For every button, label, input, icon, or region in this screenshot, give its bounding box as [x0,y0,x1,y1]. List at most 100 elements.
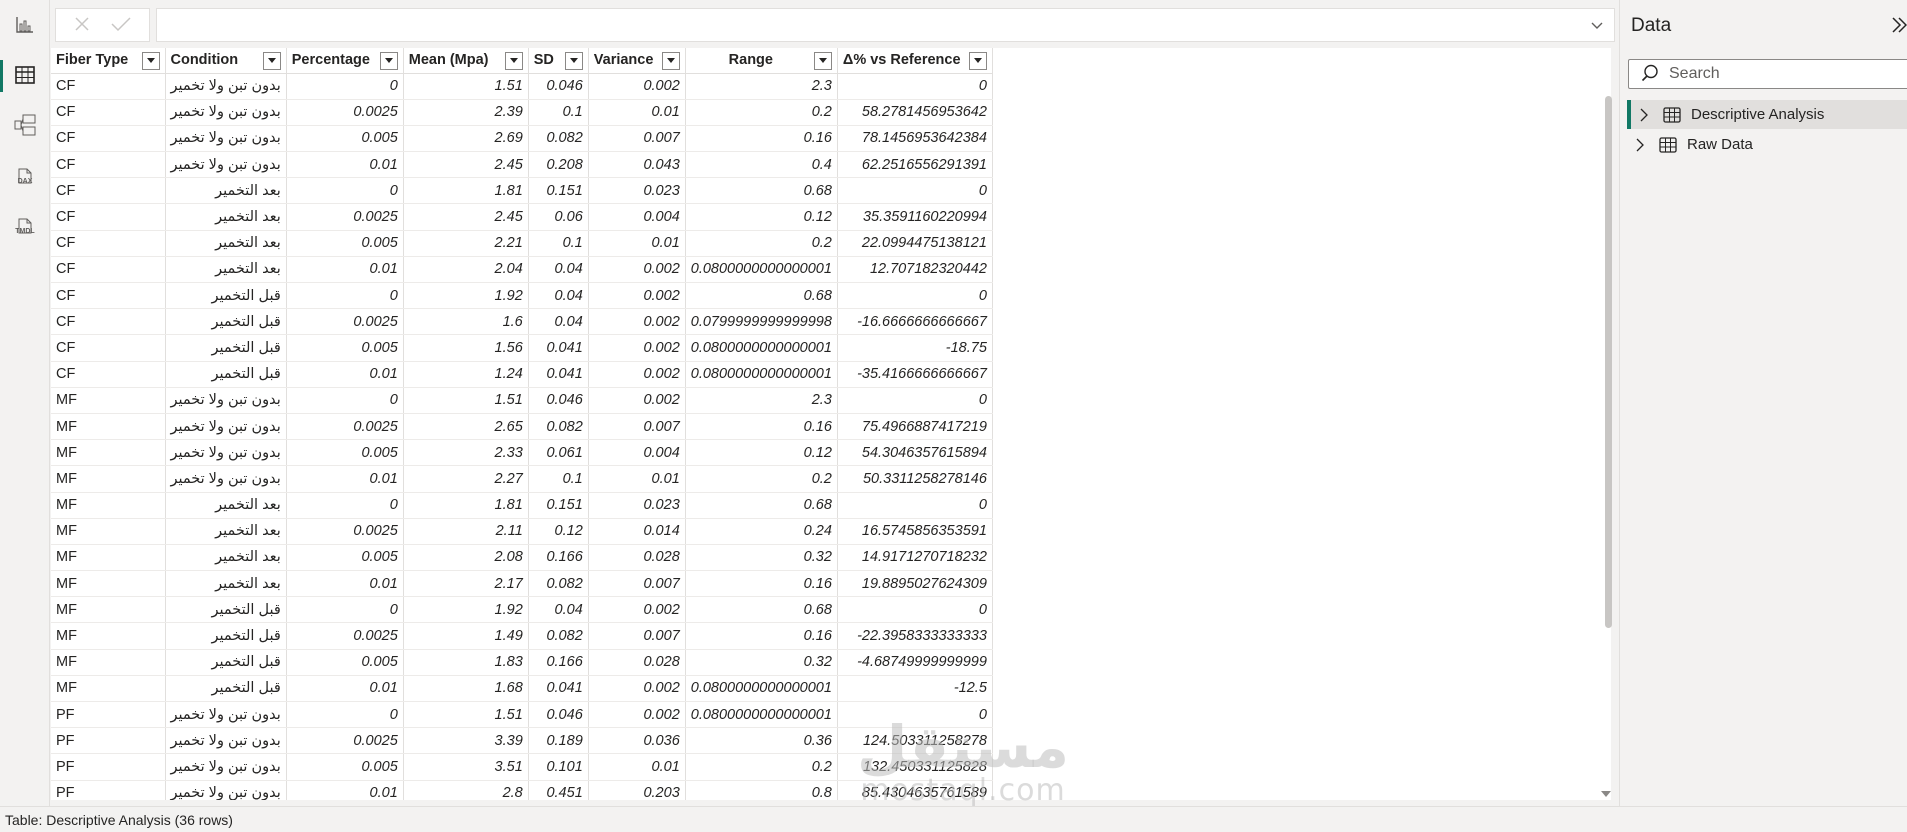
table-cell[interactable]: 1.49 [403,622,529,650]
scrollbar-thumb[interactable] [1605,96,1612,628]
table-cell[interactable]: -12.5 [837,675,993,703]
table-cell[interactable]: MF [51,675,166,703]
table-cell[interactable]: 0.007 [588,413,686,441]
table-cell[interactable]: -16.6666666666667 [837,308,993,336]
table-cell[interactable]: MF [51,492,166,519]
table-cell[interactable]: 0.0800000000000001 [685,701,838,729]
table-cell[interactable]: CF [51,230,166,257]
table-cell[interactable]: 0.005 [286,649,404,676]
table-cell[interactable]: 0.06 [528,203,589,231]
table-cell[interactable]: 0 [286,596,404,624]
table-cell[interactable]: 0.68 [685,282,838,310]
table-cell[interactable]: 1.56 [403,334,529,362]
table-cell[interactable]: 14.9171270718232 [837,544,993,572]
table-cell[interactable]: CF [51,282,166,310]
table-cell[interactable]: 0.007 [588,622,686,650]
table-cell[interactable]: 0.046 [528,387,589,414]
table-cell[interactable]: 0 [837,177,993,205]
table-cell[interactable]: CF [51,361,166,388]
table-cell[interactable]: بعد التخمير [165,492,287,519]
table-cell[interactable]: 0.01 [588,230,686,257]
table-cell[interactable]: MF [51,439,166,467]
table-cell[interactable]: بدون تبن ولا تخمير [165,413,287,441]
table-cell[interactable]: 1.81 [403,177,529,205]
table-cell[interactable]: 0 [286,701,404,729]
table-cell[interactable]: 0.4 [685,151,838,179]
table-view-button[interactable] [0,52,50,100]
table-cell[interactable]: بدون تبن ولا تخمير [165,727,287,755]
double-chevron-right-icon[interactable] [1891,16,1907,37]
table-cell[interactable]: 0.082 [528,622,589,650]
table-cell[interactable]: 0.023 [588,492,686,519]
table-cell[interactable]: 0.68 [685,492,838,519]
table-cell[interactable]: قبل التخمير [165,308,287,336]
table-cell[interactable]: 0.04 [528,282,589,310]
table-cell[interactable]: PF [51,727,166,755]
table-cell[interactable]: 0.0025 [286,727,404,755]
table-cell[interactable]: 0.028 [588,649,686,676]
table-cell[interactable]: 0.0800000000000001 [685,256,838,284]
table-cell[interactable]: CF [51,203,166,231]
dax-query-view-button[interactable]: DAX [0,152,50,200]
table-cell[interactable]: 0.208 [528,151,589,179]
table-cell[interactable]: 0.2 [685,230,838,257]
table-cell[interactable]: 0.166 [528,544,589,572]
table-cell[interactable]: 2.3 [685,387,838,414]
table-cell[interactable]: 0.2 [685,753,838,781]
table-cell[interactable]: 0.16 [685,570,838,598]
table-cell[interactable]: 0.04 [528,596,589,624]
table-cell[interactable]: 0.028 [588,544,686,572]
column-header[interactable]: Mean (Mpa) [403,48,529,74]
column-header[interactable]: Range [685,48,838,74]
table-cell[interactable]: 0.0025 [286,308,404,336]
table-cell[interactable]: 0.32 [685,544,838,572]
table-cell[interactable]: 0.01 [286,151,404,179]
table-cell[interactable]: 58.2781456953642 [837,99,993,126]
table-cell[interactable]: 0.041 [528,675,589,703]
scroll-down-icon[interactable] [1600,786,1614,798]
table-cell[interactable]: 0.0799999999999998 [685,308,838,336]
table-cell[interactable]: بدون تبن ولا تخمير [165,780,287,800]
table-cell[interactable]: 0.0025 [286,622,404,650]
table-cell[interactable]: 0.451 [528,780,589,800]
table-cell[interactable]: 0.16 [685,125,838,153]
table-cell[interactable]: 0.005 [286,439,404,467]
table-cell[interactable]: 0.002 [588,361,686,388]
table-cell[interactable]: 0 [286,282,404,310]
table-cell[interactable]: 0.203 [588,780,686,800]
table-cell[interactable]: 1.92 [403,282,529,310]
filter-dropdown-icon[interactable] [661,52,680,70]
table-cell[interactable]: 0.005 [286,753,404,781]
column-header[interactable]: Percentage [286,48,404,74]
chevron-right-icon[interactable] [1635,138,1655,152]
table-cell[interactable]: 0 [837,596,993,624]
table-cell[interactable]: MF [51,465,166,493]
table-cell[interactable]: 0.0025 [286,413,404,441]
table-cell[interactable]: 0.007 [588,125,686,153]
table-cell[interactable]: 0.01 [588,465,686,493]
column-header[interactable]: SD [528,48,589,74]
filter-dropdown-icon[interactable] [564,52,583,70]
table-cell[interactable]: 0 [286,492,404,519]
table-cell[interactable]: MF [51,596,166,624]
table-cell[interactable]: CF [51,177,166,205]
table-cell[interactable]: بدون تبن ولا تخمير [165,439,287,467]
table-cell[interactable]: 0.12 [685,439,838,467]
table-cell[interactable]: MF [51,387,166,414]
table-cell[interactable]: 0.004 [588,439,686,467]
table-cell[interactable]: PF [51,780,166,800]
table-cell[interactable]: MF [51,413,166,441]
table-cell[interactable]: 0 [286,73,404,100]
table-cell[interactable]: 0.002 [588,308,686,336]
close-icon[interactable] [73,15,91,36]
table-cell[interactable]: 0.0800000000000001 [685,675,838,703]
table-cell[interactable]: قبل التخمير [165,649,287,676]
tmdl-view-button[interactable]: TMDL [0,202,50,250]
table-cell[interactable]: 124.503311258278 [837,727,993,755]
table-cell[interactable]: 0.0025 [286,518,404,545]
table-cell[interactable]: MF [51,649,166,676]
table-cell[interactable]: 2.08 [403,544,529,572]
table-cell[interactable]: بدون تبن ولا تخمير [165,387,287,414]
table-cell[interactable]: 1.68 [403,675,529,703]
model-view-button[interactable] [0,102,50,150]
